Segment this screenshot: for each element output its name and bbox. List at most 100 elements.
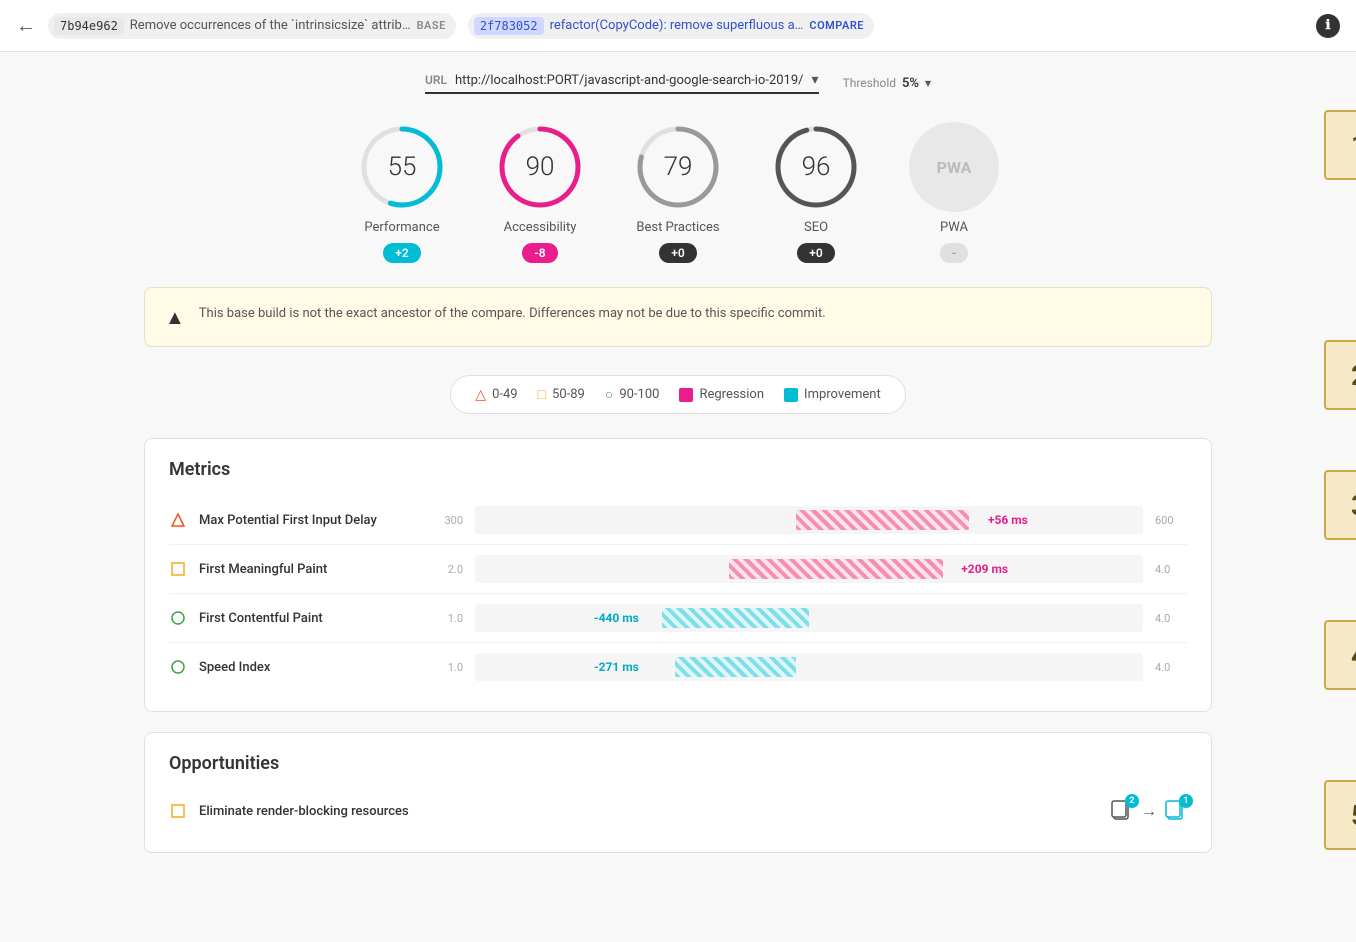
base-tag: BASE xyxy=(417,19,446,32)
url-value: http://localhost:PORT/javascript-and-goo… xyxy=(455,73,804,88)
speed-index-max: 4.0 xyxy=(1155,661,1187,674)
best-practices-value: 79 xyxy=(664,152,693,182)
base-report-button[interactable]: 2 xyxy=(1111,800,1133,822)
accessibility-badge: -8 xyxy=(522,243,557,263)
fcp-max: 4.0 xyxy=(1155,612,1187,625)
triangle-icon: △ xyxy=(475,387,486,403)
url-threshold-bar: URL http://localhost:PORT/javascript-and… xyxy=(144,72,1212,94)
threshold-label: Threshold xyxy=(843,76,896,90)
compare-count-badge: 1 xyxy=(1179,794,1193,808)
bar-background xyxy=(475,604,1143,632)
max-potential-fid-delta: +56 ms xyxy=(980,511,1036,529)
compare-hash: 2f783052 xyxy=(474,17,544,35)
best-practices-circle: 79 xyxy=(633,122,723,212)
performance-label: Performance xyxy=(364,220,439,235)
metric-row-speed-index: Speed Index 1.0 -271 ms 4.0 xyxy=(169,643,1187,691)
fmp-bar: +209 ms xyxy=(475,555,1143,583)
opp-eliminate-name: Eliminate render-blocking resources xyxy=(199,804,1099,819)
metric-icon-fcp xyxy=(169,609,187,627)
speed-index-min: 1.0 xyxy=(431,661,463,674)
best-practices-badge: +0 xyxy=(659,243,696,263)
fmp-max: 4.0 xyxy=(1155,563,1187,576)
performance-badge: +2 xyxy=(383,243,420,263)
max-potential-fid-name: Max Potential First Input Delay xyxy=(199,513,419,528)
accessibility-circle: 90 xyxy=(495,122,585,212)
circle-icon: ○ xyxy=(605,386,613,403)
annotation-3: 3 xyxy=(1324,470,1356,540)
fmp-min: 2.0 xyxy=(431,563,463,576)
seo-value: 96 xyxy=(802,152,831,182)
pwa-badge: - xyxy=(940,243,968,263)
annotation-2: 2 xyxy=(1324,340,1356,410)
score-item-seo: 96 SEO +0 xyxy=(771,122,861,263)
opportunities-title: Opportunities xyxy=(169,753,1187,774)
metrics-section: Metrics Max Potential First Input Delay … xyxy=(144,438,1212,712)
score-item-best-practices: 79 Best Practices +0 xyxy=(633,122,723,263)
legend-0-49: △ 0-49 xyxy=(475,387,517,403)
bar-fill-regression xyxy=(729,559,943,579)
main-content: URL http://localhost:PORT/javascript-and… xyxy=(128,52,1228,893)
back-button[interactable]: ← xyxy=(16,13,36,38)
legend: △ 0-49 □ 50-89 ○ 90-100 Regression Impro… xyxy=(450,375,905,414)
speed-index-delta: -271 ms xyxy=(586,658,647,676)
annotation-5: 5 xyxy=(1324,780,1356,850)
improvement-color xyxy=(784,388,798,402)
info-button[interactable]: ℹ xyxy=(1316,14,1340,38)
bar-fill-regression xyxy=(796,510,970,530)
url-section: URL http://localhost:PORT/javascript-and… xyxy=(425,72,819,94)
score-item-accessibility: 90 Accessibility -8 xyxy=(495,122,585,263)
bar-fill-improvement xyxy=(662,608,809,628)
legend-90-100: ○ 90-100 xyxy=(605,386,660,403)
max-potential-fid-bar: +56 ms xyxy=(475,506,1143,534)
base-message: Remove occurrences of the `intrinsicsize… xyxy=(130,18,411,33)
fcp-bar: -440 ms xyxy=(475,604,1143,632)
max-potential-fid-min: 300 xyxy=(431,514,463,527)
compare-tag: COMPARE xyxy=(809,19,864,32)
legend-improvement: Improvement xyxy=(784,387,881,402)
score-item-pwa: PWA PWA - xyxy=(909,122,999,263)
opportunities-section: Opportunities Eliminate render-blocking … xyxy=(144,732,1212,853)
metric-icon-fmp xyxy=(169,560,187,578)
fcp-min: 1.0 xyxy=(431,612,463,625)
compare-report-button[interactable]: 1 xyxy=(1165,800,1187,822)
metrics-title: Metrics xyxy=(169,459,1187,480)
arrow-icon: → xyxy=(1141,801,1157,821)
base-hash: 7b94e962 xyxy=(54,17,124,35)
legend-improvement-label: Improvement xyxy=(804,387,881,402)
scores-row: 55 Performance +2 90 Accessibility -8 xyxy=(144,122,1212,263)
legend-50-89-label: 50-89 xyxy=(552,387,585,402)
compare-commit-pill: 2f783052 refactor(CopyCode): remove supe… xyxy=(468,13,874,39)
max-potential-fid-max: 600 xyxy=(1155,514,1187,527)
bar-fill-improvement xyxy=(675,657,795,677)
seo-label: SEO xyxy=(804,220,828,235)
square-icon: □ xyxy=(538,386,546,403)
threshold-dropdown-icon[interactable]: ▾ xyxy=(925,76,931,90)
seo-badge: +0 xyxy=(797,243,834,263)
best-practices-label: Best Practices xyxy=(636,220,719,235)
fmp-name: First Meaningful Paint xyxy=(199,562,419,577)
pwa-label: PWA xyxy=(940,220,968,235)
metric-row-first-meaningful-paint: First Meaningful Paint 2.0 +209 ms 4.0 xyxy=(169,545,1187,594)
metric-icon-max-potential-fid xyxy=(169,511,187,529)
metric-icon-speed-index xyxy=(169,658,187,676)
score-item-performance: 55 Performance +2 xyxy=(357,122,447,263)
compare-message: refactor(CopyCode): remove superfluous a… xyxy=(550,18,804,33)
legend-50-89: □ 50-89 xyxy=(538,386,585,403)
opp-icon-eliminate xyxy=(169,802,187,820)
speed-index-name: Speed Index xyxy=(199,660,419,675)
annotation-4: 4 xyxy=(1324,620,1356,690)
base-commit-pill: 7b94e962 Remove occurrences of the `intr… xyxy=(48,13,456,39)
legend-regression-label: Regression xyxy=(699,387,764,402)
url-dropdown-icon[interactable]: ▾ xyxy=(812,72,819,88)
threshold-section[interactable]: Threshold 5% ▾ xyxy=(843,76,931,91)
accessibility-label: Accessibility xyxy=(504,220,577,235)
metric-row-max-potential-fid: Max Potential First Input Delay 300 +56 … xyxy=(169,496,1187,545)
fcp-name: First Contentful Paint xyxy=(199,611,419,626)
speed-index-bar: -271 ms xyxy=(475,653,1143,681)
warning-text: This base build is not the exact ancesto… xyxy=(199,304,826,324)
warning-box: ▲ This base build is not the exact ances… xyxy=(144,287,1212,347)
base-count-badge: 2 xyxy=(1125,794,1139,808)
opp-row-eliminate-render-blocking: Eliminate render-blocking resources 2 → … xyxy=(169,790,1187,832)
fcp-delta: -440 ms xyxy=(586,609,647,627)
performance-circle: 55 xyxy=(357,122,447,212)
